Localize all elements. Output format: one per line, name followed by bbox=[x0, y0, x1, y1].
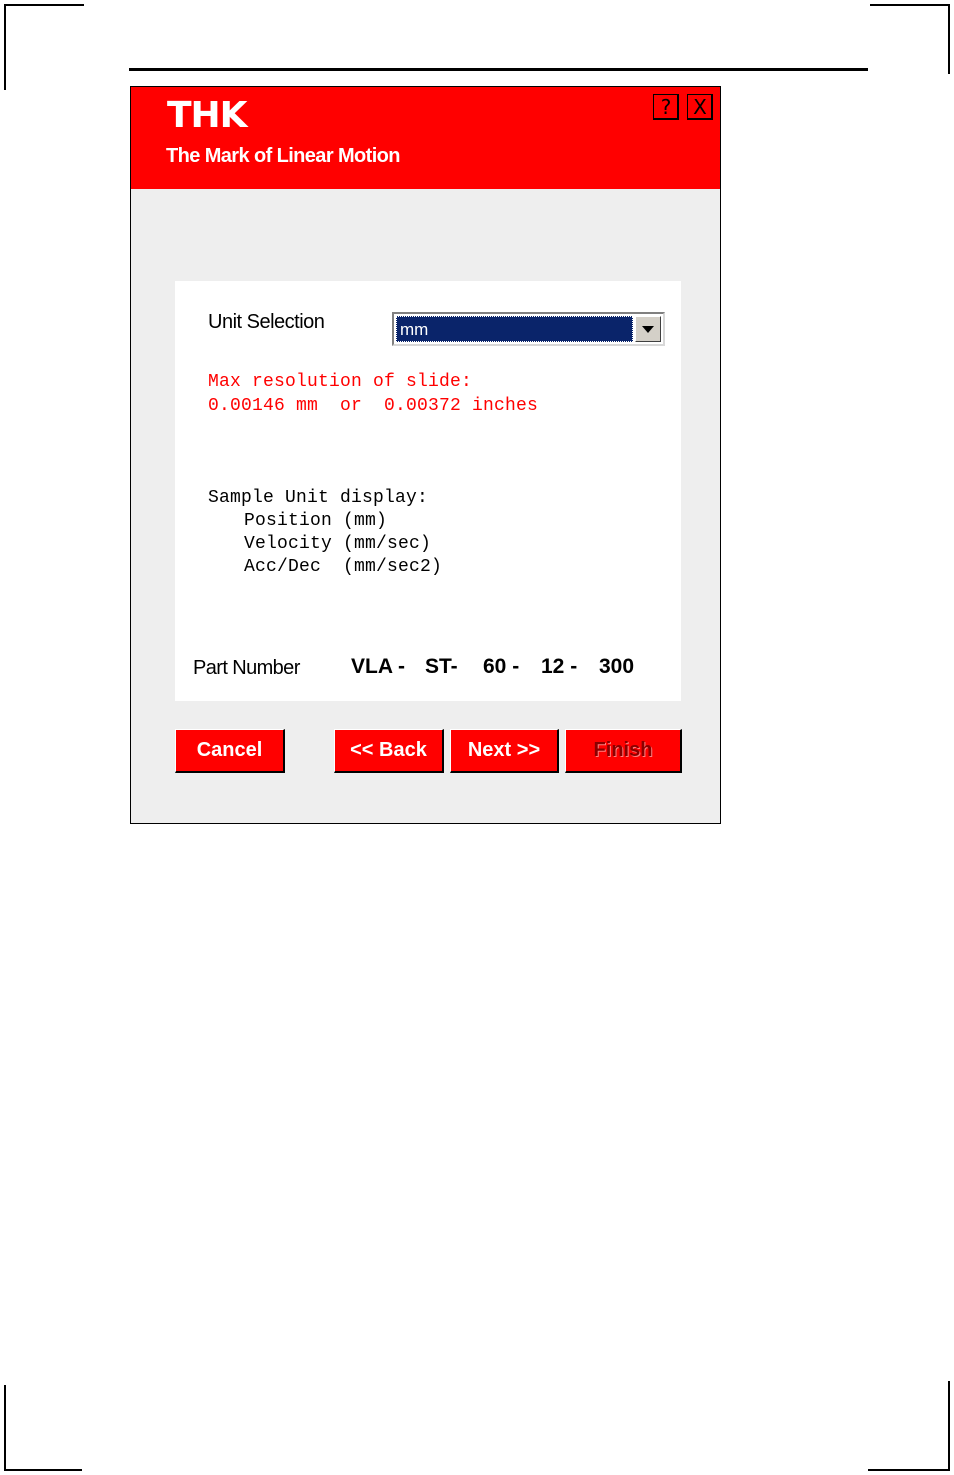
crop-mark-bottom-left bbox=[4, 1385, 82, 1471]
sample-accdec: Acc/Dec (mm/sec2) bbox=[244, 557, 443, 577]
crop-mark-bottom-right bbox=[868, 1381, 950, 1471]
dropdown-arrow-button[interactable] bbox=[635, 316, 661, 342]
header-rule bbox=[129, 68, 868, 71]
part-number-segment: ST- bbox=[425, 655, 458, 678]
unit-selection-value: mm bbox=[396, 316, 633, 342]
settings-panel: Unit Selection mm Max resolution of slid… bbox=[175, 281, 681, 701]
finish-button[interactable]: Finish bbox=[565, 729, 682, 773]
crop-mark-top-right bbox=[870, 4, 950, 74]
help-icon: ? bbox=[660, 95, 672, 119]
chevron-down-icon bbox=[642, 325, 654, 333]
brand-tagline: The Mark of Linear Motion bbox=[166, 145, 401, 167]
cancel-button[interactable]: Cancel bbox=[175, 729, 285, 773]
sample-position: Position (mm) bbox=[244, 511, 388, 531]
next-button[interactable]: Next >> bbox=[450, 729, 559, 773]
max-resolution-heading: Max resolution of slide: bbox=[208, 372, 473, 392]
part-number-segment: 60 - bbox=[483, 655, 520, 678]
part-number-segment: VLA - bbox=[351, 655, 406, 678]
help-button[interactable]: ? bbox=[653, 94, 679, 120]
back-button[interactable]: << Back bbox=[334, 729, 444, 773]
max-resolution-values: 0.00146 mm or 0.00372 inches bbox=[208, 396, 539, 416]
sample-display-title: Sample Unit display: bbox=[208, 488, 429, 508]
close-icon: X bbox=[693, 95, 707, 119]
part-number-segment: 12 - bbox=[541, 655, 578, 678]
unit-selection-dropdown[interactable]: mm bbox=[392, 312, 665, 346]
part-number-segment: 300 bbox=[599, 655, 635, 678]
sample-velocity: Velocity (mm/sec) bbox=[244, 534, 432, 554]
crop-mark-top-left bbox=[4, 4, 84, 90]
close-button[interactable]: X bbox=[687, 94, 713, 120]
wizard-dialog: THK The Mark of Linear Motion ? X Unit S… bbox=[130, 86, 721, 824]
unit-selection-label: Unit Selection bbox=[208, 311, 325, 333]
part-number-label: Part Number bbox=[193, 657, 300, 679]
brand-banner: THK The Mark of Linear Motion ? X bbox=[131, 87, 720, 189]
thk-logo: THK bbox=[167, 95, 248, 136]
